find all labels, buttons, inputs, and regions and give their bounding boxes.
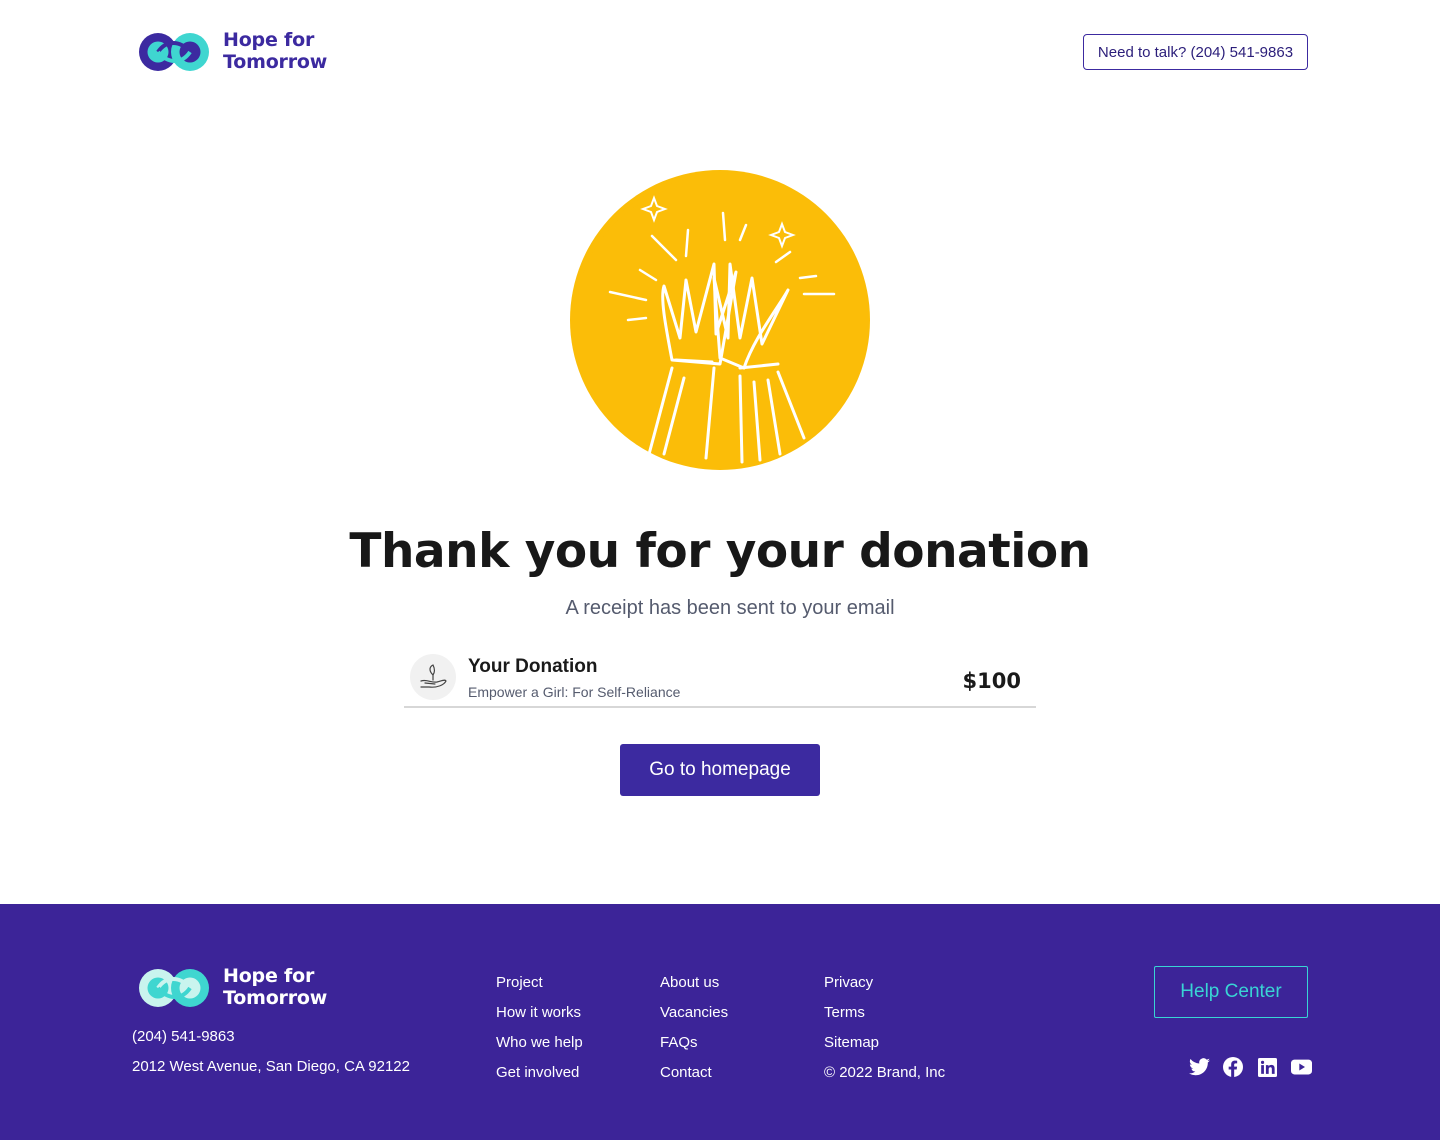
logo-text-line2: Tomorrow [223, 51, 328, 73]
footer-link-who-we-help[interactable]: Who we help [496, 1028, 583, 1058]
footer-logo-text: Hope for Tomorrow [223, 965, 327, 1009]
youtube-icon[interactable] [1290, 1056, 1312, 1078]
footer-link-terms[interactable]: Terms [824, 998, 945, 1028]
high-five-illustration-icon [570, 170, 870, 470]
donation-project: Empower a Girl: For Self-Reliance [468, 684, 681, 700]
footer-link-privacy[interactable]: Privacy [824, 968, 945, 998]
logo-text: Hope for Tomorrow [223, 29, 327, 73]
infinity-logo-icon [139, 969, 209, 1007]
footer-link-get-involved[interactable]: Get involved [496, 1058, 583, 1088]
need-to-talk-button[interactable]: Need to talk? (204) 541-9863 [1083, 34, 1308, 70]
footer-address: 2012 West Avenue, San Diego, CA 92122 [132, 1058, 410, 1075]
footer-phone[interactable]: (204) 541-9863 [132, 1028, 235, 1045]
facebook-icon[interactable] [1222, 1056, 1244, 1078]
donation-amount: $100 [962, 669, 1021, 693]
twitter-icon[interactable] [1188, 1056, 1210, 1078]
footer-link-sitemap[interactable]: Sitemap [824, 1028, 945, 1058]
copyright-text: © 2022 Brand, Inc [824, 1064, 946, 1081]
logo-text-line1: Hope for [223, 29, 315, 51]
footer-link-how-it-works[interactable]: How it works [496, 998, 583, 1028]
social-links [1188, 1056, 1312, 1078]
footer-link-about-us[interactable]: About us [660, 968, 728, 998]
footer-link-contact[interactable]: Contact [660, 1058, 728, 1088]
page-title: Thank you for your donation [349, 524, 1091, 579]
footer-column-legal: Privacy Terms Sitemap © 2022 Brand, Inc [824, 968, 945, 1088]
footer-column-project: Project How it works Who we help Get inv… [496, 968, 583, 1088]
footer-logo[interactable]: Hope for Tomorrow [132, 964, 327, 1010]
help-center-button[interactable]: Help Center [1154, 966, 1308, 1018]
page-subtitle: A receipt has been sent to your email [565, 597, 895, 619]
site-footer: Hope for Tomorrow (204) 541-9863 2012 We… [0, 904, 1440, 1140]
footer-link-vacancies[interactable]: Vacancies [660, 998, 728, 1028]
linkedin-icon[interactable] [1256, 1056, 1278, 1078]
donation-title: Your Donation [468, 656, 598, 677]
donation-summary: Your Donation Empower a Girl: For Self-R… [404, 652, 1036, 708]
hand-plant-icon [410, 654, 456, 700]
footer-link-project[interactable]: Project [496, 968, 583, 998]
footer-logo-text-line2: Tomorrow [223, 987, 328, 1009]
footer-logo-text-line1: Hope for [223, 965, 315, 987]
footer-column-about: About us Vacancies FAQs Contact [660, 968, 728, 1088]
logo[interactable]: Hope for Tomorrow [132, 28, 327, 74]
footer-link-faqs[interactable]: FAQs [660, 1028, 728, 1058]
site-header: Hope for Tomorrow Need to talk? (204) 54… [0, 0, 1440, 104]
infinity-logo-icon [139, 33, 209, 71]
go-to-homepage-button[interactable]: Go to homepage [620, 744, 820, 796]
